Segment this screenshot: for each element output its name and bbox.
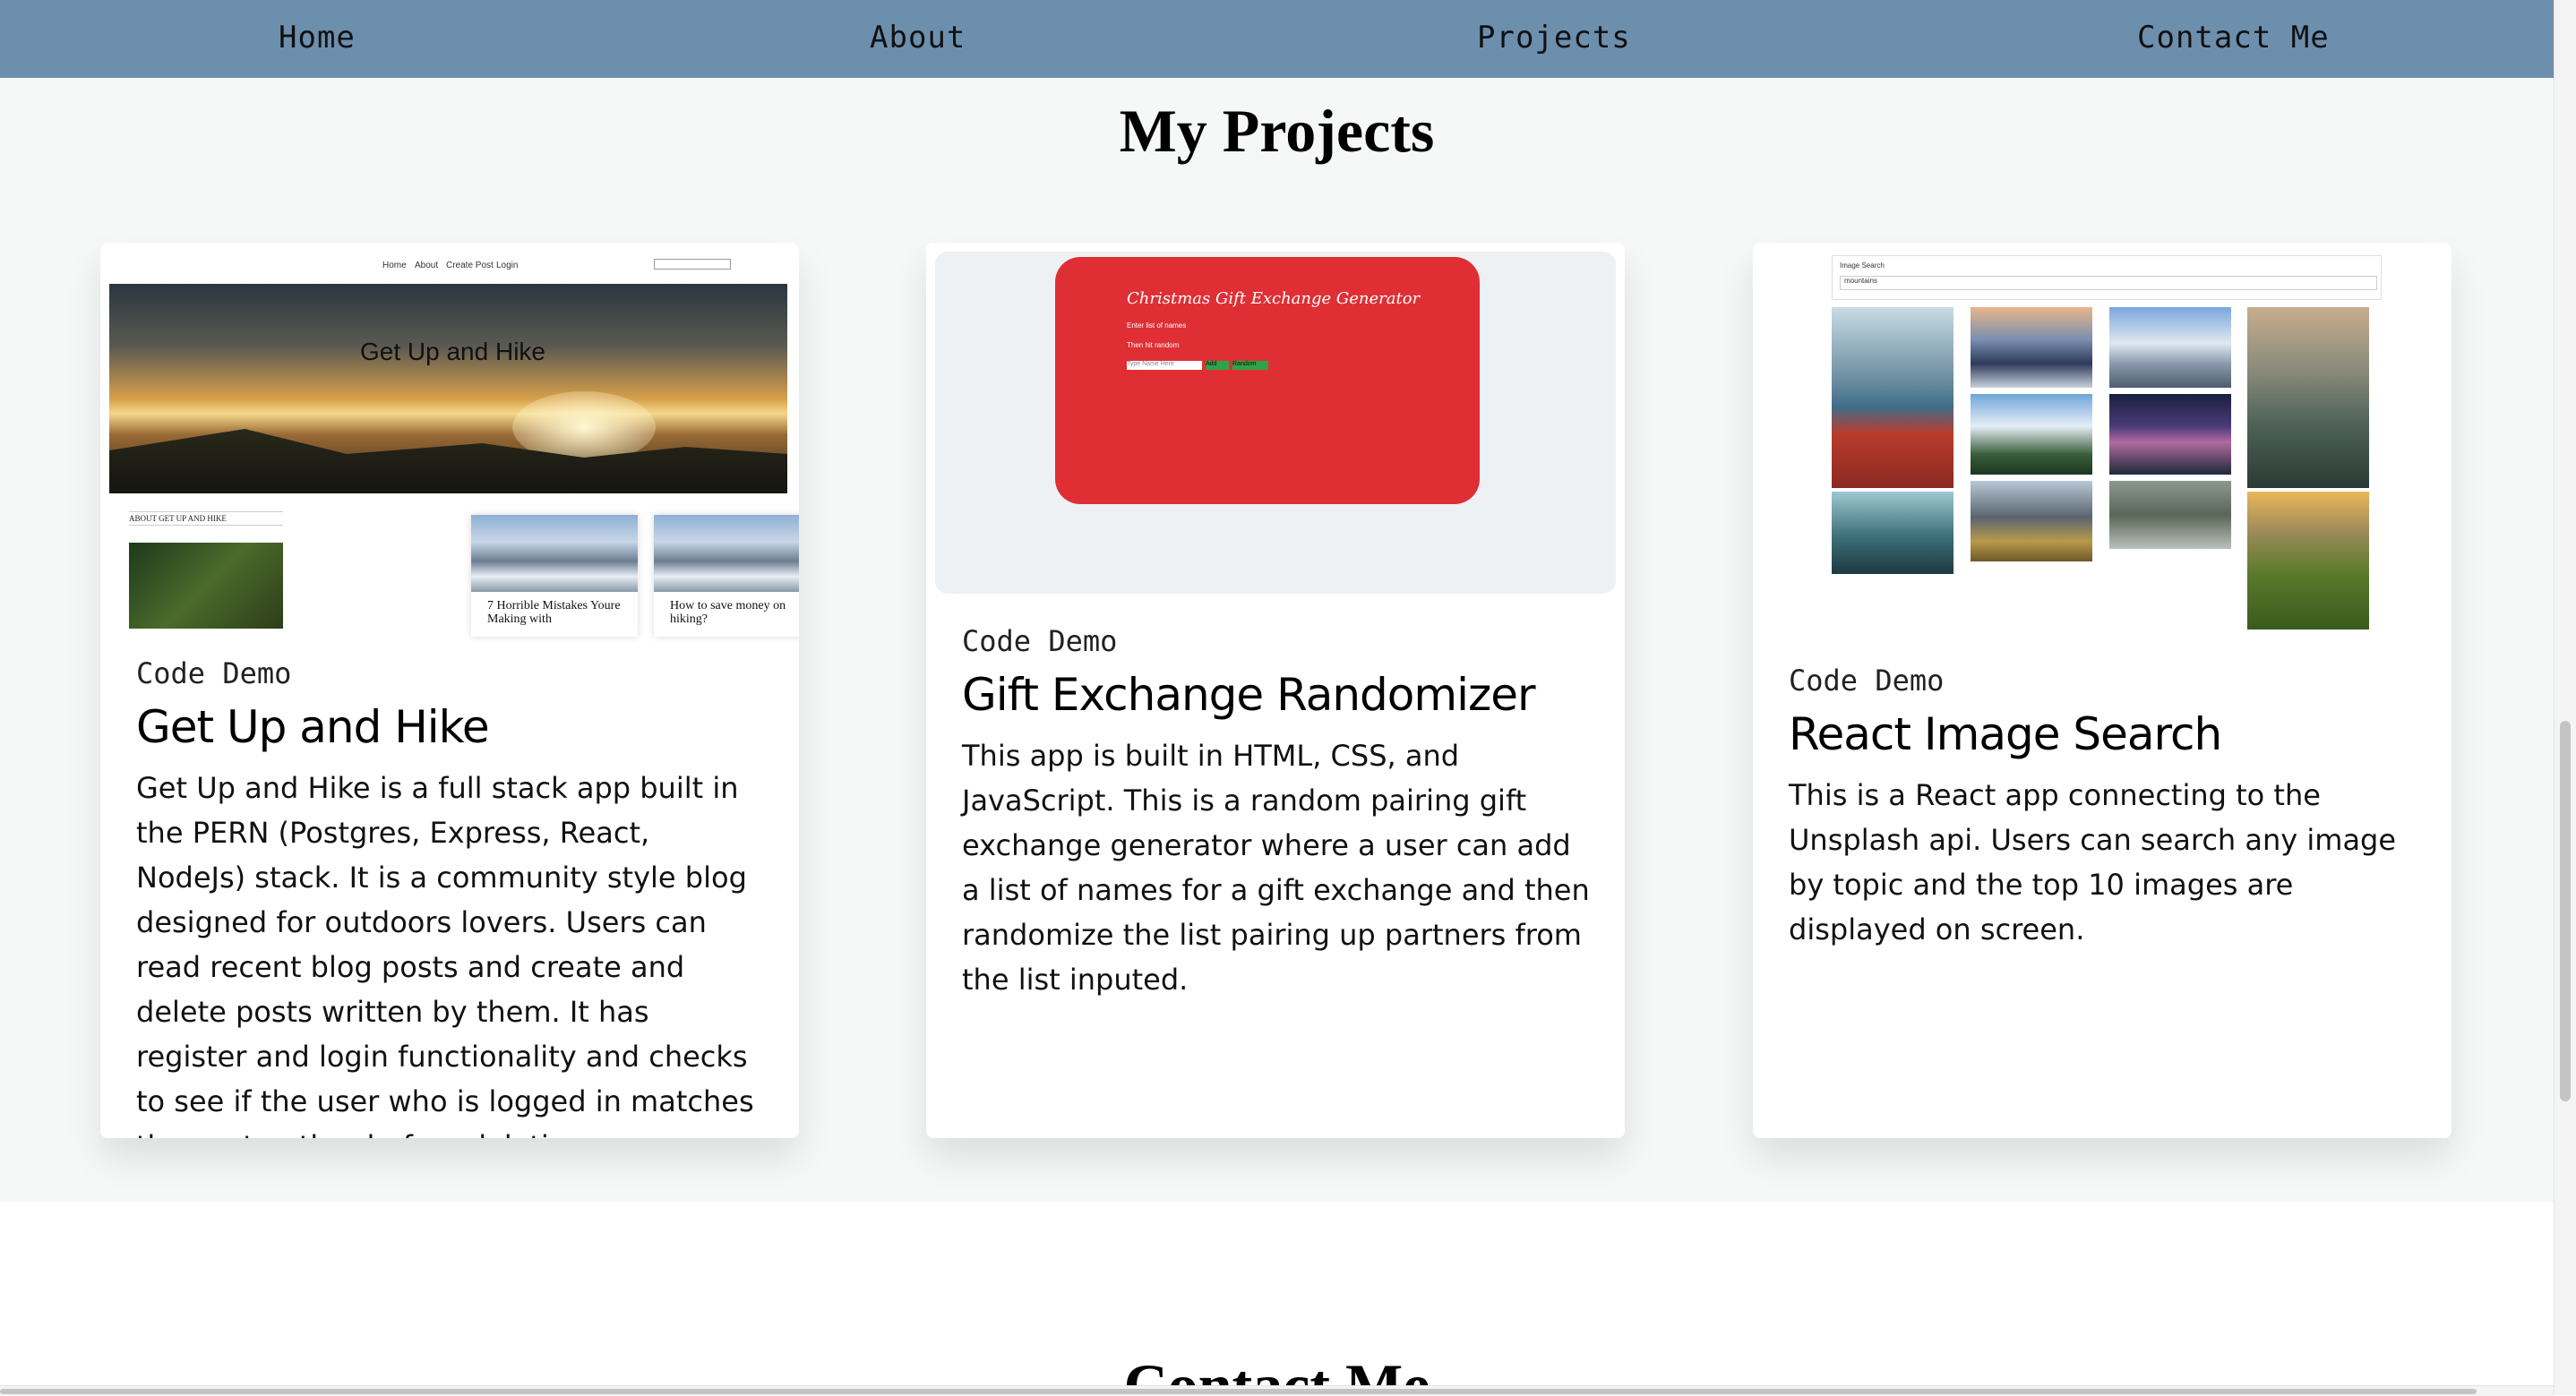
project-preview-gift[interactable]: Christmas Gift Exchange Generator Enter … [935,252,1616,594]
preview-nav-item: Login [496,261,519,270]
contact-section: Contact Me [0,1202,2554,1395]
nav-about-link[interactable]: About [870,20,966,56]
preview-post-card: 7 Horrible Mistakes Youre Making with [471,515,638,637]
preview-random-button: Random [1232,361,1268,370]
nav-contact-link[interactable]: Contact Me [2137,20,2330,56]
vertical-scrollbar[interactable] [2554,0,2576,1395]
card-title[interactable]: React Image Search [1789,708,2222,760]
photo-thumbnail [2109,394,2231,475]
photo-thumbnail [1971,307,2092,388]
preview-heading: Christmas Gift Exchange Generator [1127,289,1421,308]
project-card-hike[interactable]: Home About Create Post Login Get Up and … [100,243,799,1138]
project-card-image-search[interactable]: Image Search mountains Code Demo React I… [1753,243,2451,1138]
preview-add-button: Add [1206,361,1229,370]
preview-about-heading: ABOUT GET UP AND HIKE [129,511,283,526]
photo-thumbnail [1971,394,2092,475]
photo-thumbnail [2247,492,2369,629]
preview-search-input: mountains [1840,276,2377,290]
vertical-scroll-thumb[interactable] [2560,721,2571,1101]
card-tag: Code Demo [962,624,1118,658]
projects-section: My Projects Home About Create Post Login… [0,78,2554,1202]
project-card-gift[interactable]: Christmas Gift Exchange Generator Enter … [926,243,1625,1138]
photo-thumbnail [1832,307,1953,488]
card-description: This is a React app connecting to the Un… [1789,778,2397,946]
mountain-thumbnail [471,515,638,592]
preview-nav-item: Create Post [446,261,494,270]
photo-thumbnail [1971,481,2092,561]
preview-post-card: How to save money on hiking? [654,515,799,637]
preview-search-box [654,259,731,270]
mountain-thumbnail [654,515,799,592]
preview-name-input: Type Name Here [1127,361,1202,370]
preview-red-panel: Christmas Gift Exchange Generator Enter … [1055,257,1480,504]
preview-post-title: How to save money on hiking? [670,599,786,626]
preview-post-title: 7 Horrible Mistakes Youre Making with [487,599,621,626]
photo-thumbnail [2109,307,2231,388]
nav-home-link[interactable]: Home [279,20,356,56]
card-title[interactable]: Get Up and Hike [136,701,490,753]
card-title[interactable]: Gift Exchange Randomizer [962,669,1536,721]
photo-thumbnail [2247,307,2369,488]
nav-projects-link[interactable]: Projects [1477,20,1631,56]
horizontal-scrollbar[interactable] [0,1385,2554,1396]
card-tag: Code Demo [1789,664,1945,698]
preview-hero-title: Get Up and Hike [360,338,545,365]
preview-nav-item: Home [382,261,407,270]
top-nav: Home About Projects Contact Me [0,0,2554,78]
horizontal-scroll-thumb[interactable] [0,1389,2477,1394]
preview-nav-item: About [415,261,439,270]
preview-text: Then hit random [1127,341,1180,349]
preview-text: Enter list of names [1127,321,1187,330]
project-preview-hike[interactable]: Home About Create Post Login Get Up and … [109,252,799,637]
preview-search-label: Image Search [1840,261,1885,270]
card-description: This app is built in HTML, CSS, and Java… [962,739,1590,997]
photo-thumbnail [2109,481,2231,549]
hill-silhouette [109,429,787,493]
card-tag: Code Demo [136,656,292,690]
card-description: Get Up and Hike is a full stack app buil… [136,771,754,1138]
preview-hero-image: Get Up and Hike [109,284,787,493]
project-preview-image-search[interactable]: Image Search mountains [1753,243,2451,637]
projects-heading: My Projects [1119,97,1435,165]
preview-search-bar: Image Search mountains [1832,255,2382,300]
photo-thumbnail [1832,492,1953,574]
preview-forest-image [129,543,283,629]
